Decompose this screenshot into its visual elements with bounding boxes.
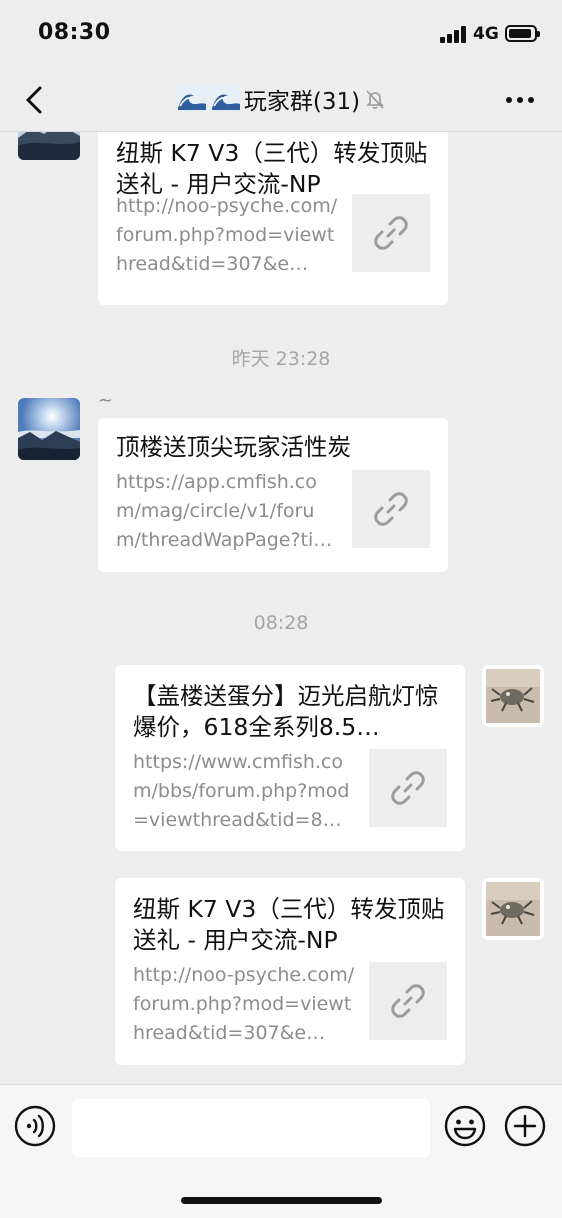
wave-emoji-icon (209, 86, 242, 112)
cellular-signal-icon (440, 25, 468, 43)
link-thumbnail (369, 749, 447, 827)
link-card-url: https://www.cmfish.com/bbs/forum.php?mod… (133, 751, 350, 831)
message-list[interactable]: 纽斯 K7 V3（三代）转发顶贴送礼 - 用户交流-NP http://noo-… (0, 132, 562, 1084)
battery-icon (505, 25, 540, 42)
link-card[interactable]: 【盖楼送蛋分】迈光启航灯惊爆价，618全系列8.5… https://www.c… (115, 665, 465, 851)
chat-screen: 08:30 4G 玩家群(31) 纽斯 K7 V3（三代）转发顶贴送礼 - 用户… (0, 0, 562, 1218)
wave-emoji-icon (175, 86, 208, 112)
link-card-title: 纽斯 K7 V3（三代）转发顶贴送礼 - 用户交流-NP (133, 895, 445, 954)
link-icon (391, 984, 425, 1018)
sender-avatar[interactable] (18, 398, 80, 460)
landscape-avatar-icon (18, 132, 80, 160)
link-icon (391, 771, 425, 805)
my-avatar[interactable] (482, 878, 544, 940)
crab-sketch-avatar-icon (482, 665, 544, 727)
link-thumbnail (352, 470, 430, 548)
sender-avatar[interactable] (18, 132, 80, 160)
voice-button[interactable] (14, 1105, 56, 1147)
link-card-url: http://noo-psyche.com/forum.php?mod=view… (133, 964, 355, 1044)
emoji-button[interactable] (444, 1105, 486, 1147)
landscape-avatar-icon (18, 398, 80, 460)
chat-title-text: 玩家群(31) (243, 89, 361, 115)
sender-name: ~ (98, 390, 114, 411)
status-time: 08:30 (38, 20, 111, 45)
chat-title[interactable]: 玩家群(31) (0, 82, 562, 116)
link-card[interactable]: 顶楼送顶尖玩家活性炭 https://app.cmfish.com/mag/ci… (98, 418, 448, 572)
home-indicator[interactable] (181, 1197, 382, 1204)
nav-bar: 玩家群(31) (0, 68, 562, 132)
plus-icon (504, 1105, 546, 1147)
link-card[interactable]: 纽斯 K7 V3（三代）转发顶贴送礼 - 用户交流-NP http://noo-… (115, 878, 465, 1065)
status-bar: 08:30 4G (0, 0, 562, 68)
timestamp: 08:28 (253, 612, 309, 634)
timestamp: 昨天 23:28 (231, 348, 331, 370)
link-card-title: 顶楼送顶尖玩家活性炭 (116, 433, 351, 461)
voice-icon (14, 1105, 56, 1147)
bell-off-icon (366, 90, 385, 109)
more-options-button[interactable] (500, 86, 540, 112)
link-thumbnail (369, 962, 447, 1040)
link-thumbnail (352, 194, 430, 272)
network-type: 4G (473, 24, 499, 44)
link-card-url: http://noo-psyche.com/forum.php?mod=view… (116, 195, 338, 275)
link-icon (374, 216, 408, 250)
more-functions-button[interactable] (504, 1105, 546, 1147)
link-icon (374, 492, 408, 526)
emoji-icon (444, 1105, 486, 1147)
message-input[interactable] (72, 1099, 430, 1157)
link-card-title: 纽斯 K7 V3（三代）转发顶贴送礼 - 用户交流-NP (116, 139, 428, 198)
my-avatar[interactable] (482, 665, 544, 727)
link-card-title: 【盖楼送蛋分】迈光启航灯惊爆价，618全系列8.5… (133, 682, 439, 741)
link-card-url: https://app.cmfish.com/mag/circle/v1/for… (116, 471, 317, 551)
crab-sketch-avatar-icon (482, 878, 544, 940)
link-card[interactable]: 纽斯 K7 V3（三代）转发顶贴送礼 - 用户交流-NP http://noo-… (98, 132, 448, 305)
